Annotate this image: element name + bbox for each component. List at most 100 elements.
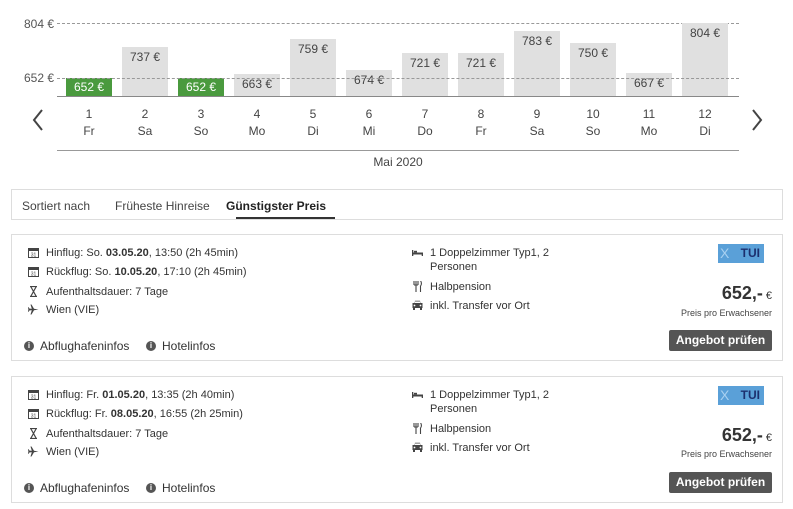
- day-label[interactable]: 5 Di: [290, 106, 336, 140]
- day-label[interactable]: 12 Di: [682, 106, 728, 140]
- month-label: Mai 2020: [373, 155, 423, 169]
- airport-info-link[interactable]: i Abflughafeninfos: [24, 481, 129, 495]
- info-icon: i: [146, 483, 156, 493]
- sort-option-earliest[interactable]: Früheste Hinreise: [115, 199, 210, 213]
- day-label[interactable]: 10 So: [570, 106, 616, 140]
- info-icon: i: [24, 341, 34, 351]
- cutlery-icon: [412, 423, 423, 434]
- day-label[interactable]: 11 Mo: [626, 106, 672, 140]
- weekday: Fr: [83, 124, 95, 138]
- room-row: 1 Doppelzimmer Typ1, 2 Personen: [412, 388, 549, 416]
- departure-airport-row: Wien (VIE): [28, 303, 99, 317]
- day-number: 5: [309, 107, 317, 121]
- price-currency: €: [765, 290, 772, 302]
- day-number: 3: [197, 107, 205, 121]
- weekday: So: [193, 124, 209, 138]
- day-label[interactable]: 2 Sa: [122, 106, 168, 140]
- day-number: 11: [642, 107, 656, 121]
- chevron-right-icon[interactable]: [746, 106, 766, 134]
- weekday: Fr: [475, 124, 487, 138]
- hotel-info-link[interactable]: i Hotelinfos: [146, 481, 215, 495]
- outbound-date: 01.05.20: [102, 389, 146, 401]
- airport-info-link[interactable]: i Abflughafeninfos: [24, 339, 129, 353]
- chevron-left-icon[interactable]: [29, 106, 49, 134]
- return-date: 10.05.20: [114, 266, 158, 278]
- return-prefix: Rückflug: Fr.: [46, 408, 111, 420]
- tour-operator: TUI: [740, 246, 760, 260]
- price-amount: 652,-: [721, 283, 763, 303]
- min-price-line: [57, 78, 739, 79]
- chart-baseline: [57, 96, 739, 97]
- bar-value-label: 783 €: [521, 33, 553, 48]
- room-type: 1 Doppelzimmer Typ1, 2: [430, 247, 550, 259]
- bar-value-label: 750 €: [577, 45, 609, 60]
- board-type: Halbpension: [430, 423, 492, 435]
- price-calendar-chart: 804 € 652 € 652 €737 €652 €663 €759 €674…: [0, 0, 793, 175]
- tui-logo: X TUI: [718, 244, 764, 263]
- hotel-info-label: Hotelinfos: [162, 339, 216, 353]
- svg-text:31: 31: [31, 272, 37, 278]
- offer-card: 31 Hinflug: So. 03.05.20, 13:50 (2h 45mi…: [11, 234, 783, 361]
- outbound-prefix: Hinflug: So.: [46, 247, 106, 259]
- stay-duration: Aufenthaltsdauer: 7 Tage: [46, 286, 169, 298]
- weekday: Do: [417, 124, 433, 138]
- departure-airport-row: Wien (VIE): [28, 445, 99, 459]
- weekday: Sa: [137, 124, 153, 138]
- day-label[interactable]: 6 Mi: [346, 106, 392, 140]
- return-time: , 16:55 (2h 25min): [153, 408, 243, 420]
- transfer-info: inkl. Transfer vor Ort: [430, 442, 530, 454]
- svg-text:31: 31: [31, 414, 37, 420]
- day-label[interactable]: 1 Fr: [66, 106, 112, 140]
- stay-duration-row: Aufenthaltsdauer: 7 Tage: [28, 285, 168, 299]
- day-number: 12: [698, 107, 712, 121]
- bar-value-label: 674 €: [353, 73, 385, 88]
- departure-airport: Wien (VIE): [46, 446, 100, 458]
- day-label[interactable]: 7 Do: [402, 106, 448, 140]
- day-label[interactable]: 3 So: [178, 106, 224, 140]
- check-offer-button[interactable]: Angebot prüfen: [669, 472, 772, 493]
- day-number: 7: [421, 107, 429, 121]
- day-label[interactable]: 4 Mo: [234, 106, 280, 140]
- sort-option-cheapest[interactable]: Günstigster Preis: [226, 199, 326, 213]
- y-tick-label-min: 652 €: [24, 71, 55, 85]
- calendar-icon: 31: [28, 389, 39, 400]
- tui-logo-mark: X: [720, 387, 730, 403]
- month-axis-line: [57, 150, 739, 151]
- return-flight-row: 31 Rückflug: So. 10.05.20, 17:10 (2h 45m…: [28, 265, 247, 279]
- hourglass-icon: [28, 286, 39, 297]
- room-persons: Personen: [430, 403, 478, 415]
- cutlery-icon: [412, 281, 423, 292]
- weekday: Mi: [362, 124, 376, 138]
- y-tick-label-max: 804 €: [24, 17, 55, 31]
- hourglass-icon: [28, 428, 39, 439]
- offer-card: 31 Hinflug: Fr. 01.05.20, 13:35 (2h 40mi…: [11, 376, 783, 503]
- day-label[interactable]: 8 Fr: [458, 106, 504, 140]
- calendar-icon: 31: [28, 247, 39, 258]
- airport-info-label: Abflughafeninfos: [40, 339, 130, 353]
- max-price-line: [57, 23, 739, 24]
- stay-duration: Aufenthaltsdauer: 7 Tage: [46, 428, 169, 440]
- return-date: 08.05.20: [110, 408, 154, 420]
- bar-value-label: 721 €: [465, 56, 497, 71]
- sort-bar: Sortiert nach Früheste Hinreise Günstigs…: [11, 189, 783, 220]
- sort-label: Sortiert nach: [22, 199, 91, 213]
- return-prefix: Rückflug: So.: [46, 266, 115, 278]
- outbound-time: , 13:35 (2h 40min): [145, 389, 235, 401]
- check-offer-button[interactable]: Angebot prüfen: [669, 330, 772, 351]
- board-row: Halbpension: [412, 422, 491, 436]
- day-number: 6: [365, 107, 373, 121]
- day-label[interactable]: 9 Sa: [514, 106, 560, 140]
- plane-icon: [28, 304, 39, 315]
- bar-value-label: 652 €: [73, 80, 105, 94]
- board-row: Halbpension: [412, 280, 491, 294]
- plane-icon: [28, 446, 39, 457]
- bar-value-label: 721 €: [409, 56, 441, 71]
- tui-logo-mark: X: [720, 245, 730, 261]
- return-flight-row: 31 Rückflug: Fr. 08.05.20, 16:55 (2h 25m…: [28, 407, 243, 421]
- transfer-info: inkl. Transfer vor Ort: [430, 300, 530, 312]
- outbound-time: , 13:50 (2h 45min): [148, 247, 239, 259]
- room-persons: Personen: [430, 261, 478, 273]
- svg-text:31: 31: [31, 253, 37, 259]
- info-icon: i: [24, 483, 34, 493]
- hotel-info-link[interactable]: i Hotelinfos: [146, 339, 215, 353]
